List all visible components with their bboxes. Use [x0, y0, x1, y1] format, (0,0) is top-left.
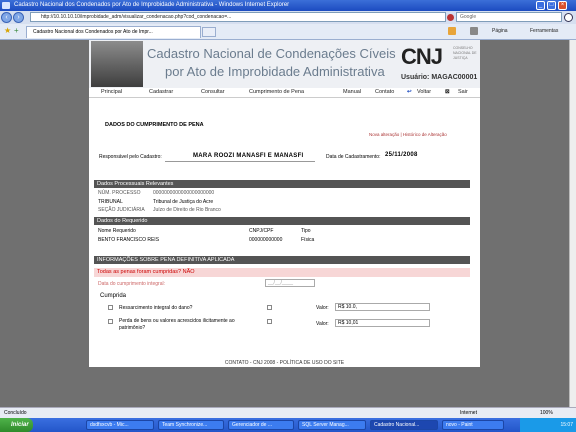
data-cadastro-value: 25/11/2008 — [385, 152, 418, 158]
valor-label: Valor: — [316, 305, 329, 311]
taskbar-item[interactable]: Gerenciador de ... — [228, 420, 294, 430]
responsavel-value: MARA ROOZI MANASFI E MANASFI — [193, 153, 304, 159]
site-title-line2: por Ato de Improbidade Administrativa — [165, 64, 385, 79]
requerido-nome: BENTO FRANCISCO REIS — [98, 237, 160, 243]
window-title-bar: Cadastro Nacional dos Condenados por Ato… — [0, 0, 576, 11]
responsavel-label: Responsável pelo Cadastro: — [99, 154, 162, 160]
back-arrow-icon[interactable]: ‹ — [1, 12, 12, 23]
site-banner: Cadastro Nacional de Condenações Cíveis … — [89, 40, 480, 88]
address-toolbar: ‹ › http://10.10.10.10/improbidade_adm/v… — [0, 11, 576, 24]
browser-tab[interactable]: Cadastro Nacional dos Condenados por Ato… — [26, 26, 201, 38]
requerido-cnpj: 000000000000 — [249, 237, 283, 243]
search-icon[interactable] — [564, 13, 573, 22]
penas-cumpridas-alert: Todas as penas foram cumpridas? NÃO — [94, 268, 470, 277]
status-text: Concluído — [4, 410, 27, 416]
menu-contato[interactable]: Contato — [375, 89, 394, 95]
ressarcimento-cumprida-checkbox[interactable] — [267, 305, 272, 310]
taskbar-item[interactable]: SQL Server Manag... — [298, 420, 366, 430]
ressarcimento-checkbox[interactable] — [108, 305, 113, 310]
menu-voltar[interactable]: Voltar — [417, 89, 431, 95]
taskbar: Iniciar dsdfsxcvb - Mic... Team Synchron… — [0, 418, 576, 432]
page-container: Cadastro Nacional de Condenações Cíveis … — [89, 40, 480, 367]
data-cumprimento-input[interactable]: __/__/____ — [265, 279, 315, 287]
new-tab-button[interactable] — [202, 27, 216, 37]
taskbar-item-active[interactable]: Cadastro Nacional... — [370, 420, 438, 430]
num-processo-label: NÚM. PROCESSO — [98, 190, 141, 196]
justice-statue-image — [91, 41, 143, 87]
add-favorite-icon[interactable]: + — [14, 27, 22, 35]
page-title: DADOS DO CUMPRIMENTO DE PENA — [105, 122, 204, 128]
stop-icon[interactable] — [447, 14, 454, 21]
responsavel-underline — [165, 161, 315, 162]
taskbar-item[interactable]: Team Synchronize... — [158, 420, 224, 430]
perda-bens-cumprida-checkbox[interactable] — [267, 319, 272, 324]
current-user: Usuário: MAGAC00001 — [401, 74, 478, 81]
page-footer[interactable]: CONTATO - CNJ 2008 - POLÍTICA DE USO DO … — [89, 360, 480, 366]
print-icon[interactable] — [470, 27, 478, 35]
num-processo-value: 0000000000000000000000 — [153, 190, 215, 196]
nav-buttons: ‹ › — [1, 12, 25, 23]
menu-sair[interactable]: Sair — [458, 89, 468, 95]
close-button[interactable]: × — [558, 1, 567, 10]
requerido-tipo: Física — [301, 237, 315, 243]
system-tray-clock[interactable]: 15:07 — [520, 418, 576, 432]
taskbar-item[interactable]: dsdfsxcvb - Mic... — [86, 420, 154, 430]
menu-principal[interactable]: Principal — [101, 89, 122, 95]
search-input[interactable]: Google — [456, 12, 562, 22]
secao-label: SEÇÃO JUDICIÁRIA — [98, 207, 145, 213]
processo-section-header: Dados Processuais Relevantes — [94, 180, 470, 188]
valor-input[interactable]: R$ 10.0, — [335, 303, 430, 311]
home-icon[interactable] — [448, 27, 456, 35]
exit-icon[interactable]: ⊠ — [445, 89, 450, 95]
pena-section-header: INFORMAÇÕES SOBRE PENA DEFINITIVA APLICA… — [94, 256, 470, 264]
menu-cumprimento-pena[interactable]: Cumprimento de Pena — [249, 89, 304, 95]
main-menu: Principal Cadastrar Consultar Cumpriment… — [89, 88, 480, 98]
perda-bens-label: Perda de bens ou valores acrescidos ilic… — [119, 318, 235, 331]
cnj-logo: CNJ — [401, 44, 443, 69]
tribunal-value: Tribunal de Justiça do Acre — [153, 199, 214, 205]
requerido-section-header: Dados do Requerido — [94, 217, 470, 225]
menu-cadastrar[interactable]: Cadastrar — [149, 89, 173, 95]
cnj-logo-subtitle: CONSELHO NACIONAL DE JUSTIÇA — [453, 46, 477, 60]
back-arrow-icon[interactable]: ↩ — [407, 89, 412, 95]
valor2-label: Valor: — [316, 321, 329, 327]
page-menu[interactable]: Página — [492, 28, 508, 34]
internet-zone: Internet — [460, 410, 477, 416]
col-nome-requerido: Nome Requerido — [98, 228, 136, 234]
menu-manual[interactable]: Manual — [343, 89, 361, 95]
ressarcimento-label: Ressarcimento integral do dano? — [119, 305, 193, 311]
vertical-scrollbar[interactable] — [569, 40, 576, 407]
window-title: Cadastro Nacional dos Condenados por Ato… — [14, 2, 290, 8]
menu-consultar[interactable]: Consultar — [201, 89, 225, 95]
minimize-button[interactable]: _ — [536, 1, 545, 10]
site-title-line1: Cadastro Nacional de Condenações Cíveis — [147, 46, 396, 61]
valor2-input[interactable]: R$ 10,01 — [335, 319, 430, 327]
ie-icon — [2, 2, 10, 9]
taskbar-item[interactable]: novo - Paint — [442, 420, 504, 430]
cumprida-title: Cumprida — [100, 293, 127, 299]
perda-bens-checkbox[interactable] — [108, 319, 113, 324]
address-input[interactable]: http://10.10.10.10/improbidade_adm/visua… — [30, 12, 446, 22]
command-bar: ★ + Cadastro Nacional dos Condenados por… — [0, 24, 576, 40]
col-cnpj-cpf: CNPJ/CPF — [249, 228, 274, 234]
zoom-level[interactable]: 100% — [540, 408, 553, 418]
favorites-star-icon[interactable]: ★ — [4, 27, 12, 35]
maximize-button[interactable]: □ — [547, 1, 556, 10]
col-tipo: Tipo — [301, 228, 311, 234]
forward-arrow-icon[interactable]: › — [13, 12, 24, 23]
start-button[interactable]: Iniciar — [0, 418, 33, 432]
tribunal-label: TRIBUNAL — [98, 199, 123, 205]
data-cadastro-label: Data de Cadastramento: — [326, 154, 381, 160]
history-links[interactable]: Nova alteração | Histórico de Alteração — [369, 132, 447, 137]
tools-menu[interactable]: Ferramentas — [530, 28, 558, 34]
data-cumprimento-label: Data do cumprimento integral: — [98, 281, 165, 287]
secao-value: Juízo de Direito de Rio Branco — [153, 207, 221, 213]
